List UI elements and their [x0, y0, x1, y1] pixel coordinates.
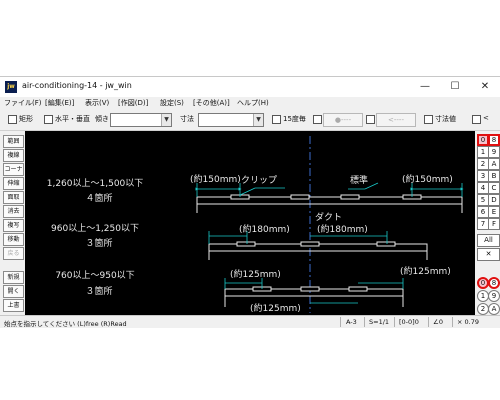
status-divider	[428, 317, 429, 327]
file-new-button[interactable]: 新規	[3, 271, 24, 284]
status-divider	[452, 317, 453, 327]
dim-125-left: (約125mm)	[230, 268, 281, 280]
dim-125-bottom: (約125mm)	[250, 302, 301, 314]
dot-mode-button[interactable]: ●----	[323, 113, 363, 127]
tool-chamfer-button[interactable]: 面取	[3, 191, 24, 204]
slope-label: 傾き	[95, 115, 109, 123]
status-message: 始点を指示してください (L)free (R)Read	[4, 320, 127, 328]
rect-checkbox[interactable]	[8, 115, 17, 124]
close-button[interactable]: ✕	[470, 77, 500, 97]
layer-f-button[interactable]: F	[488, 218, 500, 230]
layer-all-button[interactable]: All	[477, 234, 500, 247]
status-zoom[interactable]: × 0.79	[457, 318, 479, 326]
layer-d-button[interactable]: D	[488, 194, 500, 206]
tool-move-button[interactable]: 移動	[3, 233, 24, 246]
menu-file[interactable]: ファイル(F)	[4, 98, 42, 108]
dim-150-left: (約150mm)	[190, 173, 241, 185]
maximize-button[interactable]: ☐	[440, 77, 470, 97]
condition-2-count: ３箇所	[85, 237, 112, 249]
title-bar: jw air-conditioning-14 - jw_win — ☐ ✕	[0, 77, 500, 97]
slope-combo[interactable]: ▼	[110, 113, 172, 127]
group-a-button[interactable]: A	[488, 303, 500, 315]
layer-x-button[interactable]: ✕	[477, 248, 500, 261]
status-scale[interactable]: S=1/1	[369, 318, 389, 326]
app-icon: jw	[5, 81, 17, 93]
menu-edit[interactable]: [編集(E)]	[45, 98, 74, 108]
duct-1	[196, 194, 463, 213]
deg15-label: 15度毎	[283, 115, 306, 123]
tool-corner-button[interactable]: コーナー	[3, 163, 24, 184]
tool-undo-button[interactable]: 戻る	[3, 247, 24, 260]
duct-2	[208, 241, 428, 260]
layer-b-button[interactable]: B	[488, 170, 500, 182]
condition-3-range: 760以上～950以下	[55, 270, 134, 281]
clip-label: クリップ	[241, 175, 277, 186]
chevron-down-icon: ▼	[253, 114, 263, 126]
app-window: jw air-conditioning-14 - jw_win — ☐ ✕ ファ…	[0, 76, 500, 328]
status-angle[interactable]: ∠0	[433, 318, 443, 326]
arrow-checkbox[interactable]	[366, 115, 375, 124]
chevron-down-icon: ▼	[161, 114, 171, 126]
status-divider	[394, 317, 395, 327]
window-title: air-conditioning-14 - jw_win	[22, 81, 132, 90]
status-layer[interactable]: [0-0]0	[399, 318, 419, 326]
left-tool-panel: 範囲 複線 コーナー 伸縮 面取 消去 複写 移動 戻る 新規 開く 上書	[0, 131, 24, 315]
menu-view[interactable]: 表示(V)	[85, 98, 109, 108]
file-open-button[interactable]: 開く	[3, 285, 24, 298]
tool-extend-button[interactable]: 伸縮	[3, 177, 24, 190]
layer-9-button[interactable]: 9	[488, 146, 500, 158]
status-divider	[340, 317, 341, 327]
group-9-button[interactable]: 9	[488, 290, 500, 302]
file-save-button[interactable]: 上書	[3, 299, 24, 312]
dim-label: 寸法	[180, 115, 194, 123]
layer-panel: 0 8 1 9 2 A 3 B 4 C 5 D 6 E 7 F All ✕ 0 …	[476, 131, 500, 315]
dim-180-left: (約180mm)	[239, 223, 290, 235]
status-paper-size[interactable]: A-3	[346, 318, 357, 326]
menu-bar: ファイル(F) [編集(E)] 表示(V) [作図(D)] 設定(S) [その他…	[0, 97, 500, 110]
condition-1-count: ４箇所	[85, 192, 112, 204]
dim-180-right: (約180mm)	[317, 223, 368, 235]
layer-e-button[interactable]: E	[488, 206, 500, 218]
rect-label: 矩形	[19, 115, 33, 123]
condition-2-range: 960以上～1,250以下	[51, 223, 139, 234]
menu-other[interactable]: [その他(A)]	[193, 98, 230, 108]
layer-c-button[interactable]: C	[488, 182, 500, 194]
last-label: <	[483, 114, 489, 122]
tool-offset-button[interactable]: 複線	[3, 149, 24, 162]
tool-copy-button[interactable]: 複写	[3, 219, 24, 232]
menu-help[interactable]: ヘルプ(H)	[237, 98, 269, 108]
group-8-button[interactable]: 8	[488, 277, 500, 289]
menu-settings[interactable]: 設定(S)	[160, 98, 184, 108]
dimval-checkbox[interactable]	[424, 115, 433, 124]
dim-150-right: (約150mm)	[402, 173, 453, 185]
condition-3-count: ３箇所	[85, 285, 112, 297]
dim-combo[interactable]: ▼	[198, 113, 264, 127]
minimize-button[interactable]: —	[410, 77, 440, 97]
last-checkbox[interactable]	[472, 115, 481, 124]
hv-checkbox[interactable]	[44, 115, 53, 124]
drawing-svg: 1,260以上～1,500以下 ４箇所 960以上～1,250以下 ３箇所 76…	[47, 136, 464, 314]
dot-checkbox[interactable]	[313, 115, 322, 124]
tool-range-button[interactable]: 範囲	[3, 135, 24, 148]
standard-label: 標準	[350, 174, 368, 186]
layer-a-button[interactable]: A	[488, 158, 500, 170]
dimval-label: 寸法値	[435, 115, 456, 123]
duct-label: ダクト	[315, 211, 342, 223]
status-bar: 始点を指示してください (L)free (R)Read A-3 S=1/1 [0…	[0, 315, 500, 328]
drawing-canvas[interactable]: 1,260以上～1,500以下 ４箇所 960以上～1,250以下 ３箇所 76…	[25, 131, 475, 315]
condition-1-range: 1,260以上～1,500以下	[47, 178, 144, 189]
dim-125-right: (約125mm)	[400, 265, 451, 277]
status-divider	[364, 317, 365, 327]
tool-erase-button[interactable]: 消去	[3, 205, 24, 218]
menu-draw[interactable]: [作図(D)]	[118, 98, 148, 108]
deg15-checkbox[interactable]	[272, 115, 281, 124]
tool-options-bar: 矩形 水平・垂直 傾き ▼ 寸法 ▼ 15度毎 ●---- <---- 寸法値 …	[0, 110, 500, 131]
layer-8-button[interactable]: 8	[488, 134, 500, 146]
hv-label: 水平・垂直	[55, 115, 90, 123]
arrow-mode-button[interactable]: <----	[376, 113, 416, 127]
